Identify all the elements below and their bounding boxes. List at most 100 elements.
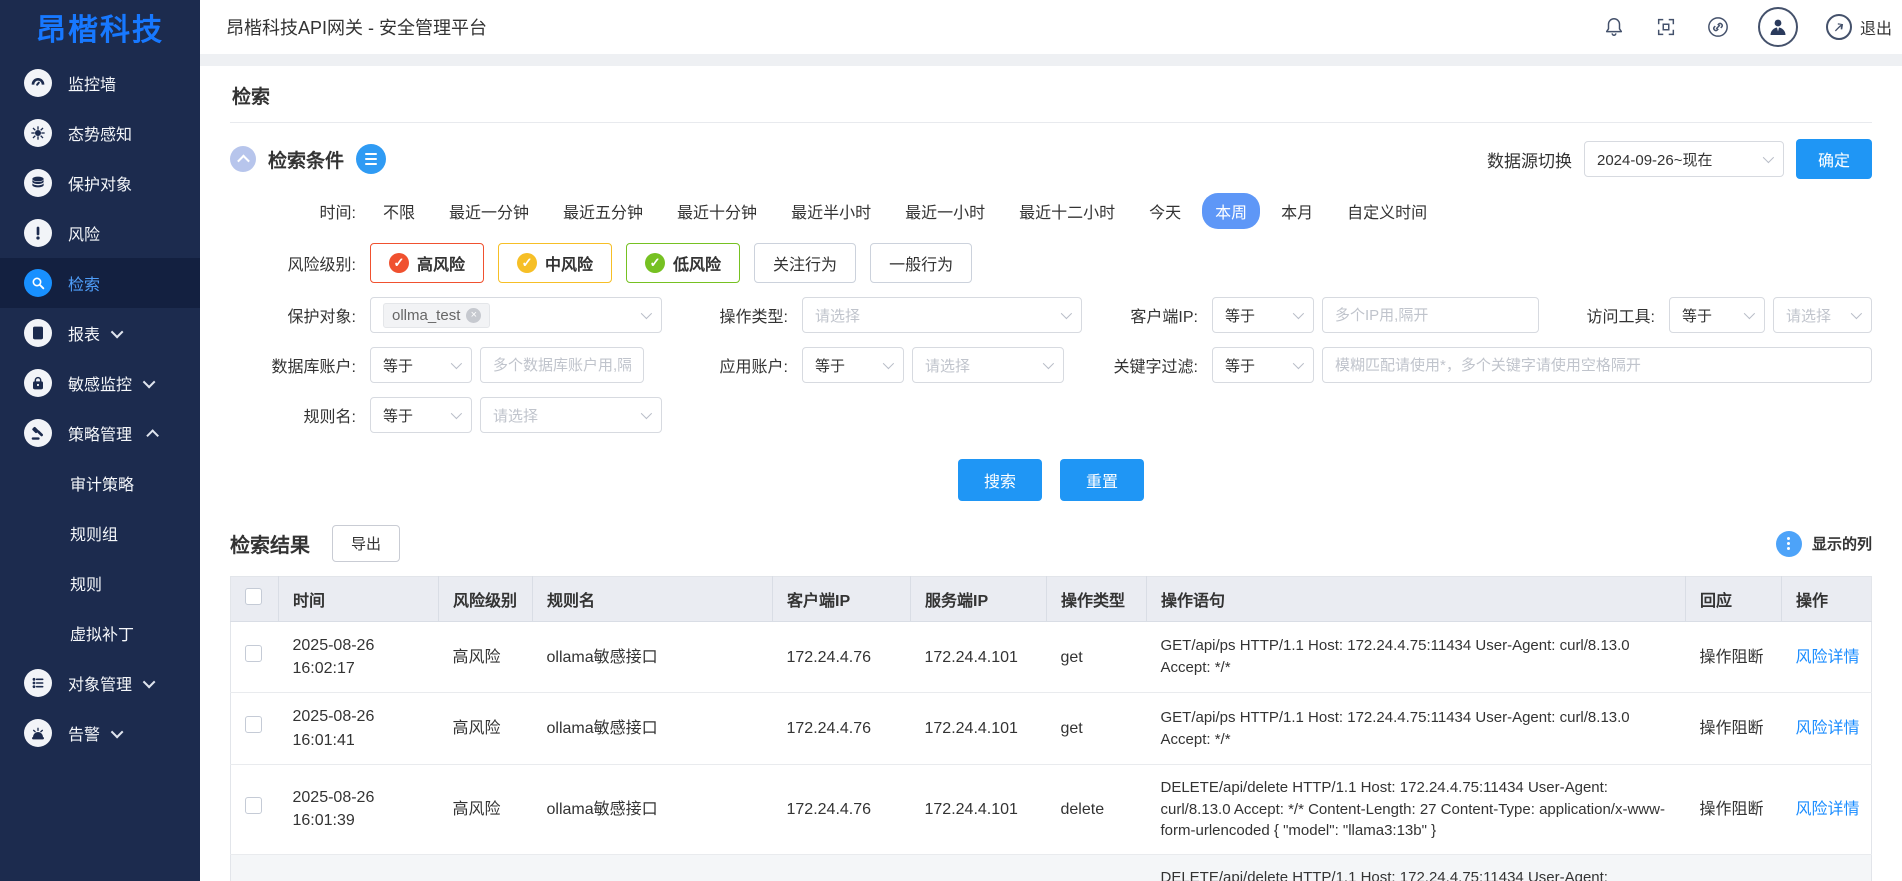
situation-awareness-icon [24,119,52,147]
cell-response: 操作阻断 [1686,764,1782,854]
sidebar-item-策略管理[interactable]: 策略管理 [0,408,200,458]
reset-button[interactable]: 重置 [1060,459,1144,501]
risk-option-一般行为[interactable]: 一般行为 [870,243,972,283]
rule-name-operator-select[interactable]: 等于 [370,397,472,433]
db-account-input[interactable] [480,347,644,383]
chevron-down-icon [1043,358,1054,369]
risk-icon [24,219,52,247]
sidebar-subitem-规则[interactable]: 规则 [0,558,200,608]
time-option-今天[interactable]: 今天 [1136,193,1194,229]
cell-risk-level: 高风险 [439,622,533,693]
search-button[interactable]: 搜索 [958,459,1042,501]
sidebar-item-告警[interactable]: 告警 [0,708,200,758]
cell-server-ip: 172.24.4.101 [911,764,1047,854]
protect-object-select[interactable]: ollma_test × [370,297,662,333]
cell-server-ip: 172.24.4.101 [911,855,1047,881]
datasource-select[interactable]: 2024-09-26~现在 [1584,141,1784,177]
client-ip-input[interactable] [1322,297,1539,333]
sidebar-item-对象管理[interactable]: 对象管理 [0,658,200,708]
keyword-input[interactable] [1322,347,1872,383]
select-all-checkbox[interactable] [245,588,262,605]
db-account-operator-select[interactable]: 等于 [370,347,472,383]
row-checkbox[interactable] [245,797,262,814]
access-tool-operator-select[interactable]: 等于 [1669,297,1765,333]
time-option-最近一分钟[interactable]: 最近一分钟 [436,193,542,229]
sidebar-subitem-规则组[interactable]: 规则组 [0,508,200,558]
risk-option-关注行为[interactable]: 关注行为 [754,243,856,283]
chevron-down-icon [883,358,894,369]
time-option-自定义时间[interactable]: 自定义时间 [1334,193,1440,229]
op-type-label: 操作类型: [662,303,802,327]
sidebar-item-检索[interactable]: 检索 [0,258,200,308]
risk-option-中风险[interactable]: ✓中风险 [498,243,612,283]
column-header-操作类型: 操作类型 [1047,577,1147,622]
show-columns-button[interactable]: 显示的列 [1776,531,1872,557]
search-icon [24,269,52,297]
cell-risk-level: 高风险 [439,693,533,764]
app-account-operator-select[interactable]: 等于 [802,347,904,383]
time-option-本周[interactable]: 本周 [1202,193,1260,229]
sidebar-subitem-虚拟补丁[interactable]: 虚拟补丁 [0,608,200,658]
protected-objects-icon [24,169,52,197]
sidebar-item-态势感知[interactable]: 态势感知 [0,108,200,158]
condition-menu-icon[interactable] [356,144,386,174]
sidebar-subitem-审计策略[interactable]: 审计策略 [0,458,200,508]
cell-server-ip: 172.24.4.101 [911,622,1047,693]
datasource-confirm-button[interactable]: 确定 [1796,139,1872,179]
chevron-down-icon [143,375,156,388]
sidebar-item-监控墙[interactable]: 监控墙 [0,58,200,108]
table-row: 2025-08-26 16:01:41 高风险 ollama敏感接口 172.2… [231,693,1872,764]
rule-name-select[interactable]: 请选择 [480,397,662,433]
cell-op-type: get [1047,693,1147,764]
results-title: 检索结果 [230,529,310,558]
cell-op-type: delete [1047,855,1147,881]
risk-detail-link[interactable]: 风险详情 [1796,720,1860,737]
topbar: 昂楷科技API网关 - 安全管理平台 退出 [200,0,1902,54]
risk-option-高风险[interactable]: ✓高风险 [370,243,484,283]
row-checkbox[interactable] [245,716,262,733]
fullscreen-icon[interactable] [1654,15,1678,39]
time-option-不限[interactable]: 不限 [370,193,428,229]
link-icon[interactable] [1706,15,1730,39]
app-account-label: 应用账户: [662,353,802,377]
time-option-最近五分钟[interactable]: 最近五分钟 [550,193,656,229]
sidebar-item-保护对象[interactable]: 保护对象 [0,158,200,208]
time-option-最近十二小时[interactable]: 最近十二小时 [1006,193,1128,229]
sidebar-item-风险[interactable]: 风险 [0,208,200,258]
policy-management-icon [24,419,52,447]
avatar[interactable] [1758,7,1798,47]
cell-statement: GET/api/ps HTTP/1.1 Host: 172.24.4.75:11… [1147,693,1686,764]
row-checkbox[interactable] [245,645,262,662]
risk-option-低风险[interactable]: ✓低风险 [626,243,740,283]
time-option-本月[interactable]: 本月 [1268,193,1326,229]
cell-response: 操作阻断 [1686,693,1782,764]
cell-rule-name: ollama敏感接口 [533,693,773,764]
collapse-section-icon[interactable] [230,146,256,172]
time-option-最近半小时[interactable]: 最近半小时 [778,193,884,229]
client-ip-operator-select[interactable]: 等于 [1212,297,1314,333]
time-option-最近一小时[interactable]: 最近一小时 [892,193,998,229]
column-header-风险级别: 风险级别 [439,577,533,622]
rule-name-label: 规则名: [230,403,370,427]
sidebar-item-报表[interactable]: 报表 [0,308,200,358]
tag-close-icon[interactable]: × [466,308,481,323]
column-header-操作语句: 操作语句 [1147,577,1686,622]
time-option-最近十分钟[interactable]: 最近十分钟 [664,193,770,229]
risk-detail-link[interactable]: 风险详情 [1796,649,1860,666]
table-row: 2025-08-26 16:02:17 高风险 ollama敏感接口 172.2… [231,622,1872,693]
column-header-规则名: 规则名 [533,577,773,622]
chevron-up-icon [146,429,159,442]
risk-detail-link[interactable]: 风险详情 [1796,801,1860,818]
chevron-down-icon [1293,358,1304,369]
export-button[interactable]: 导出 [332,525,400,562]
cell-statement: DELETE/api/delete HTTP/1.1 Host: 172.24.… [1147,764,1686,854]
sidebar-item-敏感监控[interactable]: 敏感监控 [0,358,200,408]
notification-bell-icon[interactable] [1602,15,1626,39]
column-header-服务端IP: 服务端IP [911,577,1047,622]
op-type-select[interactable]: 请选择 [802,297,1082,333]
access-tool-select[interactable]: 请选择 [1773,297,1872,333]
app-account-select[interactable]: 请选择 [912,347,1064,383]
keyword-operator-select[interactable]: 等于 [1212,347,1314,383]
logout-button[interactable]: 退出 [1826,14,1892,40]
cell-time: 2025-08-26 16:01:41 [279,693,439,764]
